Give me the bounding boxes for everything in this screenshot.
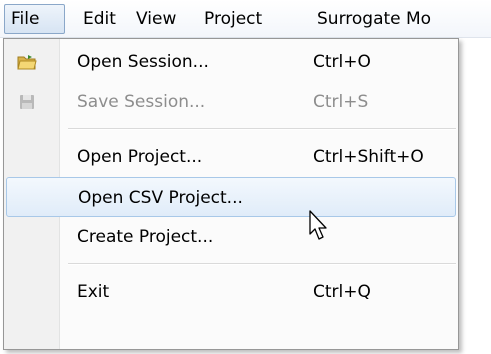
menu-separator: [68, 263, 456, 265]
menu-bar: File Edit View Project Surrogate Mo: [0, 0, 491, 38]
floppy-disk-icon: [20, 95, 34, 109]
menu-edit[interactable]: Edit: [83, 4, 116, 34]
menu-item-label: Open Project...: [77, 147, 203, 167]
menu-file[interactable]: File: [4, 4, 65, 34]
menu-item-label: Save Session...: [77, 92, 206, 112]
menu-item-label: Exit: [77, 282, 110, 302]
menu-item-exit[interactable]: Exit Ctrl+Q: [6, 272, 456, 312]
menu-project[interactable]: Project: [204, 4, 262, 34]
menu-item-open-project[interactable]: Open Project... Ctrl+Shift+O: [6, 137, 456, 177]
menu-item-label: Open Session...: [77, 52, 209, 72]
menu-item-shortcut: Ctrl+Q: [313, 282, 371, 302]
mouse-pointer-icon: [309, 210, 327, 240]
menu-item-save-session[interactable]: Save Session... Ctrl+S: [6, 82, 456, 122]
menu-item-shortcut: Ctrl+O: [313, 52, 371, 72]
menu-item-shortcut: Ctrl+S: [313, 92, 369, 112]
menu-item-label: Open CSV Project...: [78, 188, 243, 208]
menu-surrogate-model[interactable]: Surrogate Mo: [317, 4, 431, 34]
menu-item-create-project[interactable]: Create Project...: [6, 217, 456, 257]
menu-item-label: Create Project...: [77, 227, 214, 247]
folder-open-icon: [17, 55, 37, 70]
menu-view[interactable]: View: [136, 4, 176, 34]
menu-separator: [68, 128, 456, 130]
file-menu-dropdown: Open Session... Ctrl+O Save Session... C…: [3, 38, 459, 350]
menu-item-open-csv-project[interactable]: Open CSV Project...: [6, 177, 456, 217]
menu-item-shortcut: Ctrl+Shift+O: [313, 147, 424, 167]
menu-item-open-session[interactable]: Open Session... Ctrl+O: [6, 42, 456, 82]
